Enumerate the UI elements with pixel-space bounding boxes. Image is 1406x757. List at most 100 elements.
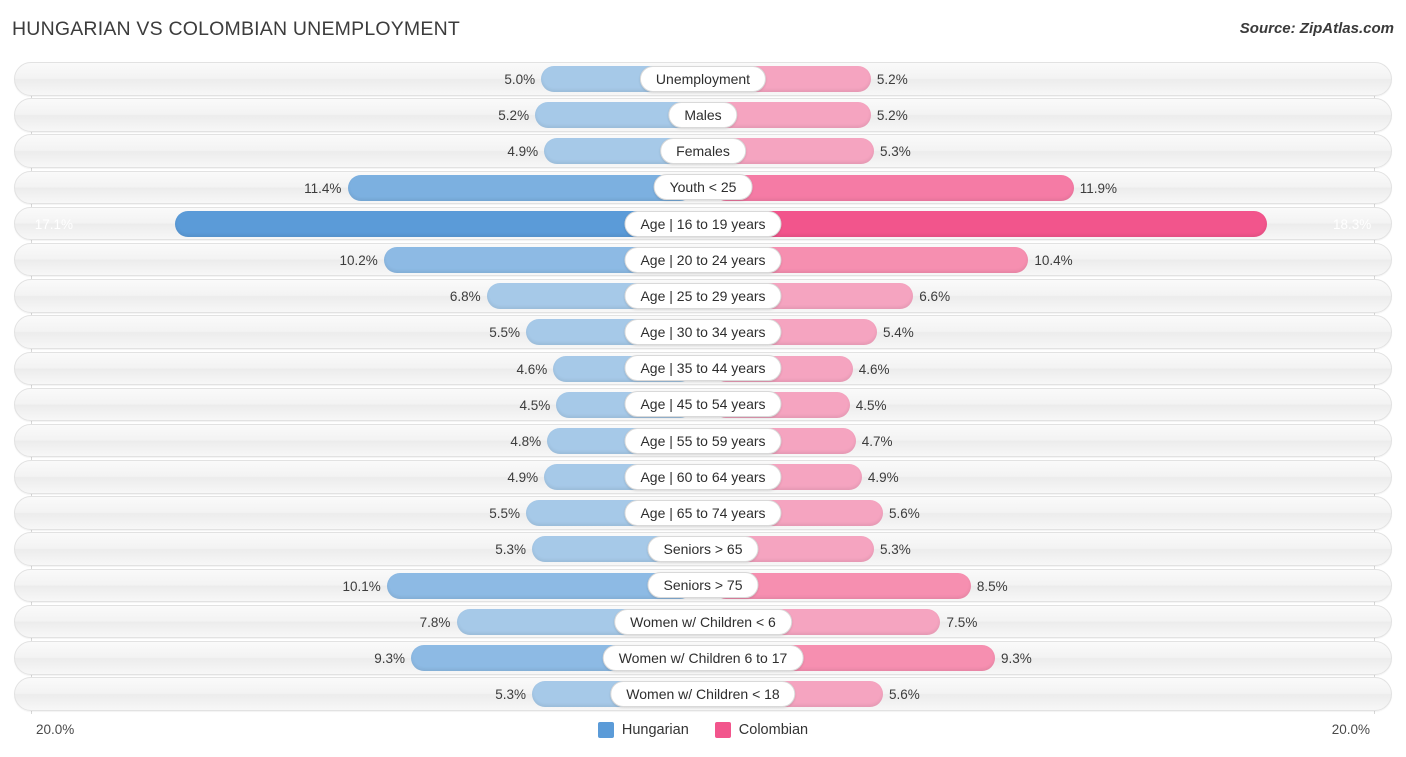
table-row[interactable]: 4.9% 5.3% Females (14, 134, 1392, 168)
chart-page: HUNGARIAN VS COLOMBIAN UNEMPLOYMENT Sour… (0, 0, 1406, 757)
row-right-half: 18.3% (703, 208, 1391, 240)
value-label-hungarian: 10.1% (342, 578, 381, 594)
bar-colombian[interactable] (713, 174, 1074, 201)
row-left-half: 11.4% (15, 172, 703, 204)
value-label-hungarian: 4.8% (510, 433, 542, 449)
row-category-label: Age | 20 to 24 years (624, 246, 782, 273)
table-row[interactable]: 9.3% 9.3% Women w/ Children 6 to 17 (14, 641, 1392, 675)
row-category-label: Women w/ Children 6 to 17 (602, 644, 804, 671)
row-left-half: 9.3% (15, 642, 703, 674)
row-right-half: 6.6% (703, 280, 1391, 312)
row-left-half: 10.1% (15, 570, 703, 602)
value-label-colombian: 11.9% (1079, 180, 1118, 196)
value-label-hungarian: 5.5% (489, 506, 520, 522)
row-inner: 7.8% 7.5% Women w/ Children < 6 (15, 606, 1391, 638)
value-label-colombian: 5.3% (879, 144, 911, 160)
table-row[interactable]: 10.2% 10.4% Age | 20 to 24 years (14, 242, 1392, 277)
table-row[interactable]: 5.3% 5.3% Seniors > 65 (14, 532, 1392, 566)
row-left-half: 4.6% (15, 353, 703, 385)
row-right-half: 4.6% (703, 353, 1391, 385)
row-inner: 4.9% 5.3% Females (15, 135, 1391, 167)
table-row[interactable]: 5.3% 5.6% Women w/ Children < 18 (14, 677, 1392, 711)
value-label-hungarian: 10.2% (339, 252, 378, 268)
table-row[interactable]: 4.5% 4.5% Age | 45 to 54 years (14, 387, 1392, 422)
row-inner: 4.6% 4.6% Age | 35 to 44 years (15, 353, 1391, 385)
row-inner: 5.0% 5.2% Unemployment (15, 63, 1391, 95)
row-category-label: Age | 65 to 74 years (624, 500, 782, 526)
table-row[interactable]: 4.9% 4.9% Age | 60 to 64 years (14, 460, 1392, 494)
row-category-label: Seniors > 75 (647, 572, 759, 599)
table-row[interactable]: 4.6% 4.6% Age | 35 to 44 years (14, 351, 1392, 385)
value-label-hungarian: 11.4% (304, 180, 342, 196)
row-category-label: Seniors > 65 (647, 536, 759, 563)
row-left-half: 6.8% (15, 280, 703, 312)
row-category-label: Age | 30 to 34 years (624, 319, 782, 346)
table-row[interactable]: 5.5% 5.4% Age | 30 to 34 years (14, 315, 1392, 349)
chart-plot-area: 5.0% 5.2% Unemployment 5.2% 5.2% Males 4.9% 5.3… (14, 62, 1392, 714)
value-label-colombian: 4.9% (867, 470, 899, 486)
legend-swatch-icon (597, 722, 614, 738)
value-label-colombian: 18.3% (1332, 216, 1372, 232)
legend-item[interactable]: Hungarian (597, 722, 689, 738)
bar-hungarian[interactable] (347, 174, 693, 201)
row-inner: 10.1% 8.5% Seniors > 75 (15, 570, 1391, 602)
legend-item[interactable]: Colombian (714, 722, 809, 738)
row-category-label: Females (660, 138, 746, 165)
value-label-colombian: 4.7% (861, 433, 893, 449)
chart-header: HUNGARIAN VS COLOMBIAN UNEMPLOYMENT Sour… (0, 0, 1406, 58)
value-label-hungarian: 6.8% (449, 289, 481, 305)
row-right-half: 5.3% (703, 533, 1391, 565)
table-row[interactable]: 11.4% 11.9% Youth < 25 (14, 170, 1392, 205)
value-label-colombian: 8.5% (976, 578, 1008, 594)
row-right-half: 11.9% (703, 172, 1391, 204)
row-inner: 5.5% 5.4% Age | 30 to 34 years (15, 316, 1391, 348)
row-left-half: 4.9% (15, 135, 703, 167)
table-row[interactable]: 5.2% 5.2% Males (14, 98, 1392, 132)
value-label-colombian: 5.6% (889, 687, 920, 703)
row-category-label: Age | 16 to 19 years (624, 210, 782, 237)
table-row[interactable]: 5.0% 5.2% Unemployment (14, 62, 1392, 96)
value-label-hungarian: 4.5% (519, 397, 551, 413)
value-label-hungarian: 5.0% (504, 72, 536, 87)
table-row[interactable]: 4.8% 4.7% Age | 55 to 59 years (14, 423, 1392, 458)
value-label-colombian: 5.6% (889, 506, 920, 522)
row-inner: 11.4% 11.9% Youth < 25 (15, 172, 1391, 204)
value-label-colombian: 5.3% (879, 542, 911, 558)
row-left-half: 5.5% (15, 316, 703, 348)
value-label-hungarian: 5.3% (495, 687, 527, 703)
table-row[interactable]: 6.8% 6.6% Age | 25 to 29 years (14, 279, 1392, 313)
row-left-half: 5.0% (15, 63, 703, 95)
value-label-hungarian: 17.1% (34, 216, 74, 232)
row-inner: 5.2% 5.2% Males (15, 99, 1391, 131)
row-inner: 4.8% 4.7% Age | 55 to 59 years (15, 425, 1391, 457)
row-category-label: Unemployment (639, 65, 767, 92)
row-left-half: 10.2% (15, 244, 703, 276)
value-label-hungarian: 5.5% (489, 325, 520, 341)
value-label-colombian: 9.3% (1001, 651, 1032, 666)
value-label-hungarian: 4.6% (516, 361, 548, 377)
row-right-half: 4.9% (703, 461, 1391, 493)
row-left-half: 4.5% (15, 389, 703, 421)
legend-label: Hungarian (621, 722, 689, 738)
row-category-label: Age | 55 to 59 years (624, 427, 782, 454)
chart-legend: Hungarian Colombian (14, 722, 1392, 738)
table-row[interactable]: 10.1% 8.5% Seniors > 75 (14, 568, 1392, 603)
value-label-hungarian: 7.8% (419, 614, 451, 630)
table-row[interactable]: 5.5% 5.6% Age | 65 to 74 years (14, 496, 1392, 530)
row-inner: 5.5% 5.6% Age | 65 to 74 years (15, 497, 1391, 529)
row-inner: 6.8% 6.6% Age | 25 to 29 years (15, 280, 1391, 312)
row-category-label: Age | 25 to 29 years (624, 282, 782, 309)
row-category-label: Males (668, 101, 738, 128)
row-left-half: 5.5% (15, 497, 703, 529)
row-right-half: 4.7% (703, 425, 1391, 457)
value-label-hungarian: 5.2% (498, 108, 530, 124)
row-inner: 5.3% 5.6% Women w/ Children < 18 (15, 678, 1391, 710)
row-left-half: 4.8% (15, 425, 703, 457)
table-row[interactable]: 17.1% 18.3% Age | 16 to 19 years (14, 206, 1392, 241)
row-right-half: 4.5% (703, 389, 1391, 421)
table-row[interactable]: 7.8% 7.5% Women w/ Children < 6 (14, 604, 1392, 639)
chart-rows: 5.0% 5.2% Unemployment 5.2% 5.2% Males 4.9% 5.3… (14, 62, 1392, 713)
row-inner: 4.9% 4.9% Age | 60 to 64 years (15, 461, 1391, 493)
page-title: HUNGARIAN VS COLOMBIAN UNEMPLOYMENT (12, 18, 460, 40)
legend-label: Colombian (738, 722, 809, 738)
